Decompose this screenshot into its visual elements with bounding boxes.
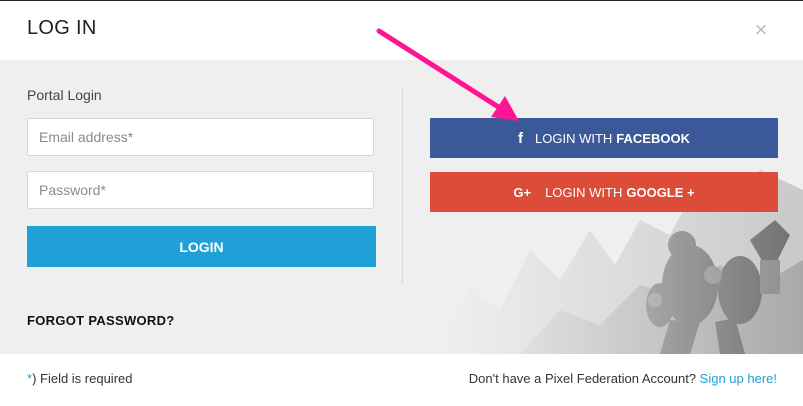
modal-header: LOG IN × — [0, 0, 803, 61]
signup-prompt: Don't have a Pixel Federation Account? S… — [469, 371, 777, 386]
password-field[interactable] — [27, 171, 374, 209]
forgot-password-link[interactable]: FORGOT PASSWORD? — [27, 313, 175, 328]
modal-body: Portal Login LOGIN FORGOT PASSWORD? f LO… — [0, 60, 803, 354]
login-modal: LOG IN × Portal Login Email address* LOG… — [0, 0, 803, 406]
modal-title: LOG IN — [27, 17, 97, 39]
login-button[interactable]: LOGIN — [27, 226, 376, 267]
required-field-note: *) Field is required — [27, 371, 133, 386]
vertical-divider — [402, 87, 403, 284]
google-button-brand: GOOGLE + — [626, 184, 695, 200]
facebook-button-prefix: LOGIN WITH — [535, 130, 613, 146]
facebook-button-brand: FACEBOOK — [616, 130, 690, 146]
required-text: ) Field is required — [32, 371, 133, 386]
google-plus-icon: G+ — [513, 184, 532, 200]
email-field[interactable] — [27, 118, 374, 156]
modal-footer: *) Field is required Don't have a Pixel … — [0, 354, 803, 406]
account-question: Don't have a Pixel Federation Account? — [468, 371, 697, 386]
signup-link[interactable]: Sign up here! — [700, 371, 777, 386]
close-icon[interactable]: × — [753, 19, 769, 41]
google-button-prefix: LOGIN WITH — [545, 184, 623, 200]
facebook-icon: f — [518, 129, 524, 147]
login-google-button[interactable]: G+ LOGIN WITH GOOGLE + — [430, 172, 778, 212]
login-facebook-button[interactable]: f LOGIN WITH FACEBOOK — [430, 118, 778, 158]
portal-login-label: Portal Login — [27, 87, 102, 103]
